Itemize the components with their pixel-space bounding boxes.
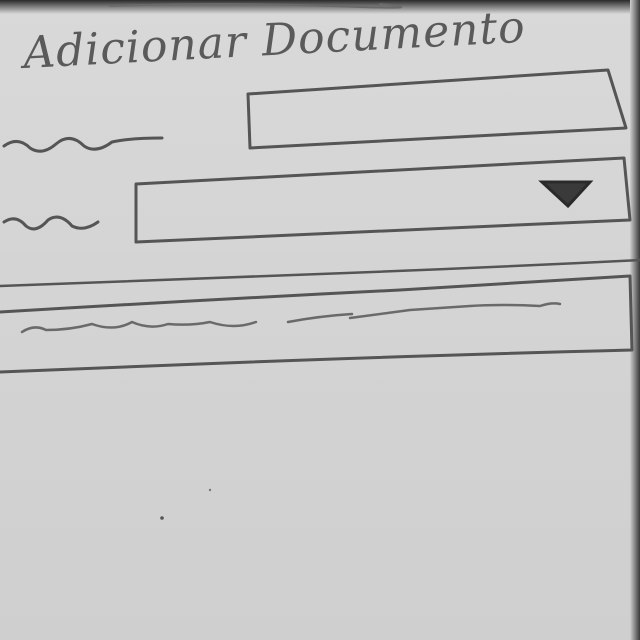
top-doodle-line <box>109 3 403 9</box>
field-2-label-scribble <box>2 215 100 231</box>
sketch-paper: Adicionar Documento <box>0 0 640 640</box>
list-item-scribble <box>20 302 562 334</box>
field-2-dropdown-select[interactable] <box>134 156 632 244</box>
wireframe-sketch <box>0 3 640 520</box>
field-1-text-input[interactable] <box>246 68 628 150</box>
pencil-speck <box>208 488 212 492</box>
field-1-label-scribble <box>2 136 164 153</box>
dropdown-arrow-icon[interactable] <box>538 180 594 209</box>
pencil-speck <box>160 516 164 520</box>
